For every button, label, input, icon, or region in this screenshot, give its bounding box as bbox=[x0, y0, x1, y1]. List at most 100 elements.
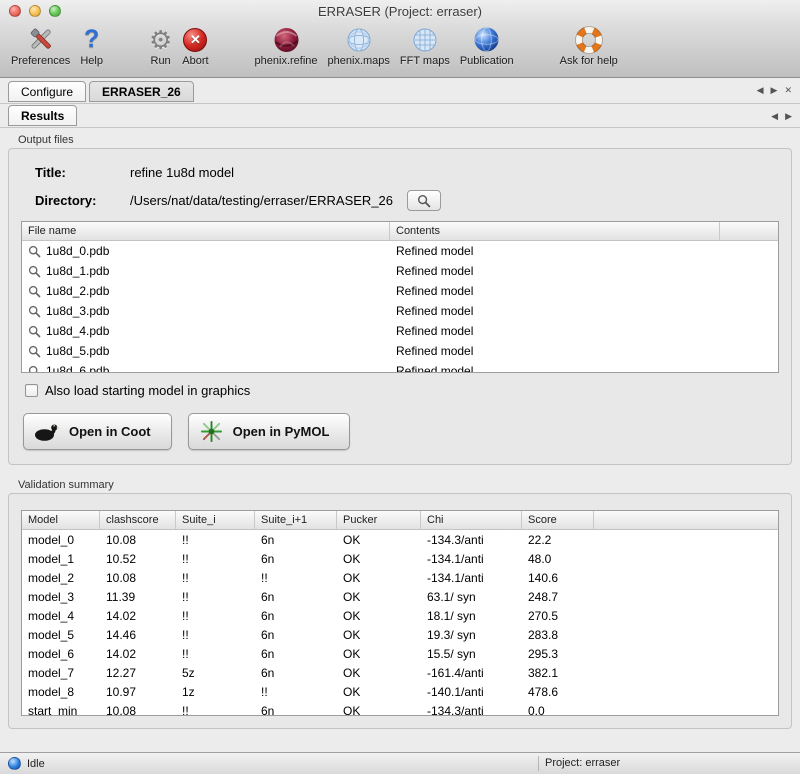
clashscore-cell: 14.02 bbox=[100, 609, 176, 623]
column-header-suite-i1[interactable]: Suite_i+1 bbox=[255, 511, 337, 529]
clashscore-cell: 12.27 bbox=[100, 666, 176, 680]
validation-row[interactable]: model_5 14.46 !! 6n OK 19.3/ syn 283.8 bbox=[22, 625, 778, 644]
zoom-window-button[interactable] bbox=[49, 5, 61, 17]
column-header-chi[interactable]: Chi bbox=[421, 511, 522, 529]
tab-scroll-left-icon[interactable]: ◀ bbox=[757, 85, 764, 96]
column-header-model[interactable]: Model bbox=[22, 511, 100, 529]
validation-row[interactable]: model_1 10.52 !! 6n OK -134.1/anti 48.0 bbox=[22, 549, 778, 568]
column-header-empty[interactable] bbox=[594, 511, 778, 529]
score-cell: 22.2 bbox=[522, 533, 594, 547]
validation-row[interactable]: model_2 10.08 !! !! OK -134.1/anti 140.6 bbox=[22, 568, 778, 587]
fft-maps-icon bbox=[411, 24, 439, 55]
sub-tab-nav: ◀ ▶ bbox=[771, 111, 792, 122]
open-in-pymol-button[interactable]: Open in PyMOL bbox=[188, 413, 351, 450]
directory-value: /Users/nat/data/testing/erraser/ERRASER_… bbox=[130, 193, 393, 208]
phenix-maps-button[interactable]: phenix.maps bbox=[328, 24, 390, 67]
file-row[interactable]: 1u8d_6.pdb Refined model bbox=[22, 361, 778, 373]
help-button[interactable]: ? Help bbox=[80, 24, 103, 67]
tab-close-icon[interactable]: ✕ bbox=[784, 85, 792, 96]
abort-button[interactable]: ✕ Abort bbox=[182, 24, 208, 67]
pucker-cell: OK bbox=[337, 552, 421, 566]
column-header-contents[interactable]: Contents bbox=[390, 222, 720, 240]
tab-scroll-right-icon[interactable]: ▶ bbox=[771, 85, 778, 96]
score-cell: 382.1 bbox=[522, 666, 594, 680]
fft-maps-button[interactable]: FFT maps bbox=[400, 24, 450, 67]
pucker-cell: OK bbox=[337, 666, 421, 680]
publication-label: Publication bbox=[460, 55, 514, 67]
ask-for-help-button[interactable]: Ask for help bbox=[560, 24, 618, 67]
subtab-scroll-left-icon[interactable]: ◀ bbox=[771, 111, 778, 122]
main-tabstrip: Configure ERRASER_26 ◀ ▶ ✕ bbox=[0, 78, 800, 104]
validation-row[interactable]: model_7 12.27 5z 6n OK -161.4/anti 382.1 bbox=[22, 663, 778, 682]
validation-row[interactable]: model_4 14.02 !! 6n OK 18.1/ syn 270.5 bbox=[22, 606, 778, 625]
phenix-refine-label: phenix.refine bbox=[255, 55, 318, 67]
validation-summary-group-body: Model clashscore Suite_i Suite_i+1 Pucke… bbox=[8, 493, 792, 729]
model-cell: model_7 bbox=[22, 666, 100, 680]
run-button[interactable]: ⚙ Run bbox=[149, 24, 172, 67]
preferences-button[interactable]: Preferences bbox=[11, 24, 70, 67]
suite-i-cell: !! bbox=[176, 704, 255, 717]
validation-row[interactable]: model_8 10.97 1z !! OK -140.1/anti 478.6 bbox=[22, 682, 778, 701]
pucker-cell: OK bbox=[337, 590, 421, 604]
tab-configure[interactable]: Configure bbox=[8, 81, 86, 102]
column-header-empty[interactable] bbox=[720, 222, 778, 240]
magnifier-icon bbox=[417, 194, 431, 208]
publication-button[interactable]: Publication bbox=[460, 24, 514, 67]
open-in-coot-button[interactable]: Open in Coot bbox=[23, 413, 172, 450]
suite-i-cell: !! bbox=[176, 590, 255, 604]
publication-globe-icon bbox=[473, 24, 500, 55]
validation-summary-group: Validation summary Model clashscore Suit… bbox=[8, 479, 792, 729]
validation-row[interactable]: start_min 10.08 !! 6n OK -134.3/anti 0.0 bbox=[22, 701, 778, 716]
file-row[interactable]: 1u8d_4.pdb Refined model bbox=[22, 321, 778, 341]
phenix-refine-button[interactable]: phenix.refine bbox=[255, 24, 318, 67]
tab-results[interactable]: Results bbox=[8, 105, 77, 126]
close-window-button[interactable] bbox=[9, 5, 21, 17]
load-starting-model-checkbox[interactable] bbox=[25, 384, 38, 397]
validation-row[interactable]: model_6 14.02 !! 6n OK 15.5/ syn 295.3 bbox=[22, 644, 778, 663]
suite-i1-cell: 6n bbox=[255, 533, 337, 547]
suite-i-cell: !! bbox=[176, 609, 255, 623]
suite-i-cell: 1z bbox=[176, 685, 255, 699]
browse-directory-button[interactable] bbox=[407, 190, 441, 211]
open-in-pymol-label: Open in PyMOL bbox=[233, 424, 330, 439]
validation-row[interactable]: model_0 10.08 !! 6n OK -134.3/anti 22.2 bbox=[22, 530, 778, 549]
minimize-window-button[interactable] bbox=[29, 5, 41, 17]
validation-table-body: model_0 10.08 !! 6n OK -134.3/anti 22.2 … bbox=[22, 530, 778, 716]
file-contents: Refined model bbox=[390, 364, 720, 373]
subtab-scroll-right-icon[interactable]: ▶ bbox=[785, 111, 792, 122]
tab-erraser-26[interactable]: ERRASER_26 bbox=[89, 81, 194, 102]
pucker-cell: OK bbox=[337, 685, 421, 699]
abort-label: Abort bbox=[182, 55, 208, 67]
file-row[interactable]: 1u8d_0.pdb Refined model bbox=[22, 241, 778, 261]
phenix-maps-icon bbox=[345, 24, 373, 55]
column-header-score[interactable]: Score bbox=[522, 511, 594, 529]
file-row[interactable]: 1u8d_5.pdb Refined model bbox=[22, 341, 778, 361]
abort-icon: ✕ bbox=[183, 28, 207, 52]
model-cell: start_min bbox=[22, 704, 100, 717]
output-files-table: File name Contents 1u8d_0.pdb bbox=[21, 221, 779, 373]
column-header-clashscore[interactable]: clashscore bbox=[100, 511, 176, 529]
open-buttons-row: Open in Coot Open in Py bbox=[23, 413, 779, 450]
run-gear-icon: ⚙ bbox=[149, 27, 172, 53]
output-files-group-body: Title: refine 1u8d model Directory: /Use… bbox=[8, 148, 792, 465]
suite-i-cell: !! bbox=[176, 628, 255, 642]
file-row[interactable]: 1u8d_1.pdb Refined model bbox=[22, 261, 778, 281]
pymol-icon bbox=[199, 420, 224, 443]
file-name: 1u8d_6.pdb bbox=[46, 364, 109, 373]
column-header-suite-i[interactable]: Suite_i bbox=[176, 511, 255, 529]
suite-i-cell: !! bbox=[176, 571, 255, 585]
magnifier-icon bbox=[28, 325, 41, 338]
model-cell: model_8 bbox=[22, 685, 100, 699]
title-label: Title: bbox=[35, 165, 130, 180]
file-row[interactable]: 1u8d_2.pdb Refined model bbox=[22, 281, 778, 301]
suite-i1-cell: 6n bbox=[255, 590, 337, 604]
phenix-maps-label: phenix.maps bbox=[328, 55, 390, 67]
validation-row[interactable]: model_3 11.39 !! 6n OK 63.1/ syn 248.7 bbox=[22, 587, 778, 606]
magnifier-icon bbox=[28, 285, 41, 298]
column-header-pucker[interactable]: Pucker bbox=[337, 511, 421, 529]
file-row[interactable]: 1u8d_3.pdb Refined model bbox=[22, 301, 778, 321]
run-label: Run bbox=[151, 55, 171, 67]
column-header-file-name[interactable]: File name bbox=[22, 222, 390, 240]
clashscore-cell: 14.46 bbox=[100, 628, 176, 642]
chi-cell: 19.3/ syn bbox=[421, 628, 522, 642]
